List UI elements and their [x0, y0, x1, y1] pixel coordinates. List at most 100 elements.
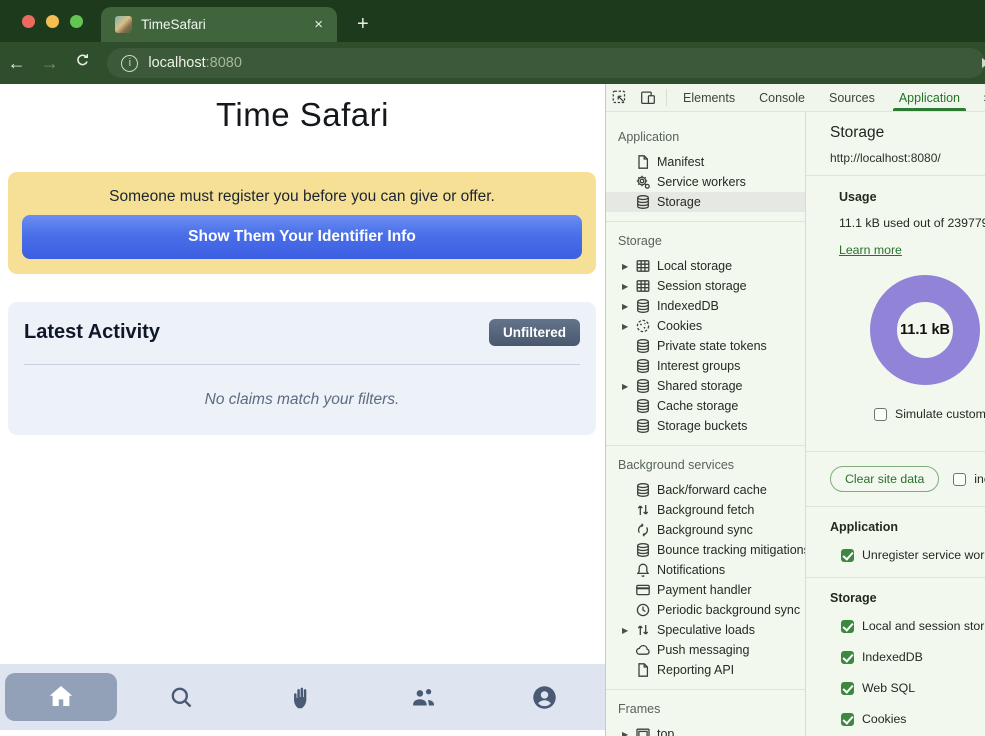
sidebar-item-bounce-tracking-mitigations[interactable]: Bounce tracking mitigations: [606, 540, 805, 560]
table-icon: [635, 278, 651, 294]
sidebar-item-speculative-loads[interactable]: ▶Speculative loads: [606, 620, 805, 640]
check-row-cookies[interactable]: Cookies: [841, 712, 985, 726]
sidebar-item-label: Background fetch: [657, 503, 754, 517]
database-icon: [635, 378, 651, 394]
reload-icon[interactable]: [66, 52, 99, 74]
sidebar-item-background-fetch[interactable]: Background fetch: [606, 500, 805, 520]
sidebar-item-shared-storage[interactable]: ▶Shared storage: [606, 376, 805, 396]
address-bar[interactable]: i localhost:8080: [107, 48, 985, 78]
show-identifier-button[interactable]: Show Them Your Identifier Info: [22, 215, 582, 259]
cookies-checkbox[interactable]: [841, 713, 854, 726]
unfiltered-button[interactable]: Unfiltered: [489, 319, 580, 346]
sidebar-item-cookies[interactable]: ▶Cookies: [606, 316, 805, 336]
inspect-element-icon[interactable]: [606, 84, 634, 111]
bottom-navigation: [0, 664, 605, 730]
tab-application[interactable]: Application: [887, 84, 972, 111]
database-icon: [635, 194, 651, 210]
device-toolbar-icon[interactable]: [634, 84, 662, 111]
sidebar-item-back-forward-cache[interactable]: Back/forward cache: [606, 480, 805, 500]
sidebar-item-private-state-tokens[interactable]: Private state tokens: [606, 336, 805, 356]
document-icon: [635, 154, 651, 170]
sidebar-item-push-messaging[interactable]: Push messaging: [606, 640, 805, 660]
favicon: [115, 16, 132, 33]
empty-claims-message: No claims match your filters.: [24, 391, 580, 409]
sidebar-item-label: Service workers: [657, 175, 746, 189]
expand-arrow-icon[interactable]: ▶: [622, 302, 635, 311]
sidebar-item-cache-storage[interactable]: Cache storage: [606, 396, 805, 416]
application-checks-list: Unregister service workers: [830, 548, 985, 562]
check-row-indexeddb[interactable]: IndexedDB: [841, 650, 985, 664]
tab-sources[interactable]: Sources: [817, 84, 887, 111]
sidebar-item-label: Manifest: [657, 155, 704, 169]
expand-arrow-icon[interactable]: ▶: [622, 730, 635, 736]
sidebar-item-indexeddb[interactable]: ▶ IndexedDB: [606, 296, 805, 316]
third-party-cookies-checkbox[interactable]: [953, 473, 966, 486]
sidebar-section-title: Application: [606, 123, 805, 152]
browser-tab[interactable]: TimeSafari ×: [101, 7, 337, 42]
nav-search[interactable]: [121, 664, 242, 730]
clear-site-data-button[interactable]: Clear site data: [830, 466, 939, 492]
simulate-quota-checkbox[interactable]: [874, 408, 887, 421]
sidebar-item-top[interactable]: ▶ top: [606, 724, 805, 736]
sidebar-item-session-storage[interactable]: ▶Session storage: [606, 276, 805, 296]
sidebar-item-periodic-background-sync[interactable]: Periodic background sync: [606, 600, 805, 620]
nav-profile[interactable]: [484, 664, 605, 730]
third-party-cookies-label: including third-party cookies: [974, 472, 985, 486]
nav-home[interactable]: [0, 664, 121, 730]
sync-icon: [635, 522, 651, 538]
local-and-session-storage-checkbox[interactable]: [841, 620, 854, 633]
devtools-tabbar: Elements Console Sources Application »: [606, 84, 985, 112]
minimize-window-button[interactable]: [46, 15, 59, 28]
sidebar-item-service-workers[interactable]: Service workers: [606, 172, 805, 192]
expand-arrow-icon[interactable]: ▶: [622, 626, 635, 635]
document-icon: [635, 662, 651, 678]
sidebar-item-local-storage[interactable]: ▶Local storage: [606, 256, 805, 276]
site-info-icon[interactable]: i: [121, 55, 138, 72]
sidebar-item-notifications[interactable]: Notifications: [606, 560, 805, 580]
learn-more-link[interactable]: Learn more: [839, 243, 902, 257]
check-row-local-and-session-storage[interactable]: Local and session storage: [841, 619, 985, 633]
simulate-quota-row[interactable]: Simulate custom storage quota: [874, 407, 985, 421]
new-tab-button[interactable]: +: [337, 13, 369, 42]
back-icon[interactable]: ←: [0, 53, 33, 74]
check-row-web-sql[interactable]: Web SQL: [841, 681, 985, 695]
expand-arrow-icon[interactable]: ▶: [622, 262, 635, 271]
nav-people[interactable]: [363, 664, 484, 730]
sidebar-item-storage-buckets[interactable]: Storage buckets: [606, 416, 805, 436]
web-page: Time Safari Someone must register you be…: [0, 84, 605, 736]
expand-arrow-icon[interactable]: ▶: [622, 322, 635, 331]
sidebar-item-label: top: [657, 727, 674, 736]
cloud-icon: [635, 642, 651, 658]
database-icon: [635, 542, 651, 558]
traffic-lights: [0, 0, 101, 42]
url-text[interactable]: localhost:8080: [148, 55, 242, 71]
expand-arrow-icon[interactable]: ▶: [622, 382, 635, 391]
sidebar-item-label: Interest groups: [657, 359, 740, 373]
search-icon: [168, 684, 195, 711]
check-row-unregister-service-workers[interactable]: Unregister service workers: [841, 548, 985, 562]
tab-elements[interactable]: Elements: [671, 84, 747, 111]
forward-icon[interactable]: →: [33, 53, 66, 74]
active-nav-pill[interactable]: [5, 673, 117, 721]
third-party-cookies-row[interactable]: including third-party cookies: [953, 472, 985, 486]
unregister-service-workers-checkbox[interactable]: [841, 549, 854, 562]
storage-checks-list: Local and session storage IndexedDB Web SQ…: [830, 619, 985, 736]
tab-console[interactable]: Console: [747, 84, 817, 111]
expand-arrow-icon[interactable]: ▶: [622, 282, 635, 291]
sidebar-item-background-sync[interactable]: Background sync: [606, 520, 805, 540]
usage-text: 11.1 kB used out of 239779: [839, 216, 985, 230]
sidebar-item-reporting-api[interactable]: Reporting API: [606, 660, 805, 680]
close-window-button[interactable]: [22, 15, 35, 28]
tab-close-icon[interactable]: ×: [310, 16, 327, 33]
checkbox-label: IndexedDB: [862, 650, 923, 664]
sidebar-item-storage[interactable]: Storage: [606, 192, 805, 212]
sidebar-item-interest-groups[interactable]: Interest groups: [606, 356, 805, 376]
sidebar-item-payment-handler[interactable]: Payment handler: [606, 580, 805, 600]
sidebar-item-manifest[interactable]: Manifest: [606, 152, 805, 172]
indexeddb-checkbox[interactable]: [841, 651, 854, 664]
web-sql-checkbox[interactable]: [841, 682, 854, 695]
nav-hand[interactable]: [242, 664, 363, 730]
zoom-window-button[interactable]: [70, 15, 83, 28]
sidebar-item-label: IndexedDB: [657, 299, 719, 313]
sidebar-item-label: Storage: [657, 195, 701, 209]
